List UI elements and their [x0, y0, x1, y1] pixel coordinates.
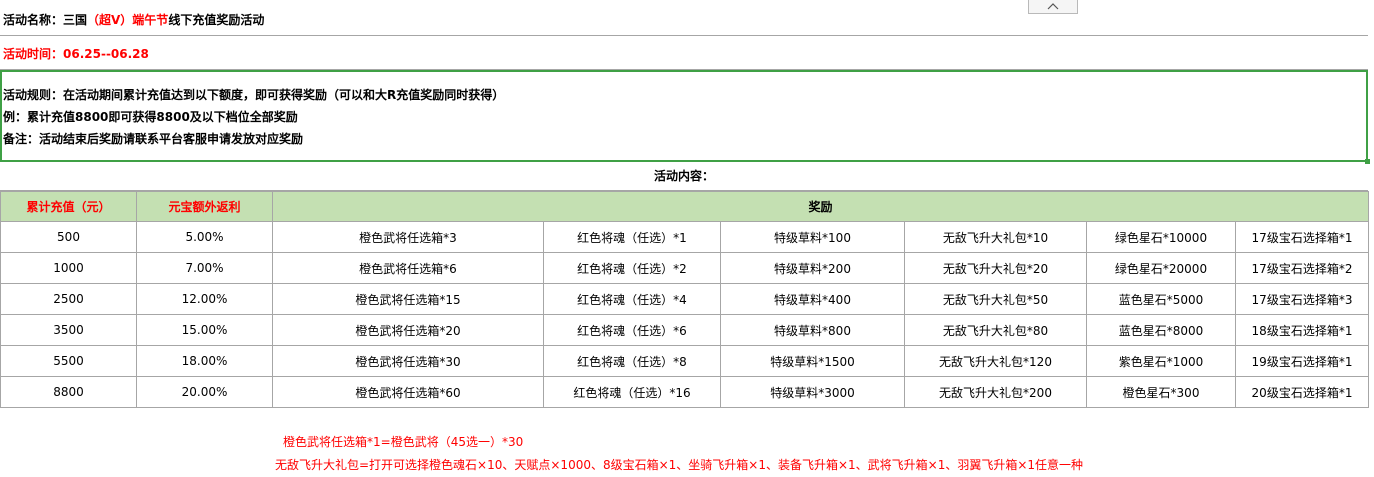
cell-premium-fodder[interactable]: 特级草料*100 [720, 221, 905, 253]
cell-recharge-amount[interactable]: 1000 [0, 252, 137, 284]
cell-premium-fodder[interactable]: 特级草料*200 [720, 252, 905, 284]
cell-gem-box[interactable]: 17级宝石选择箱*2 [1235, 252, 1369, 284]
cell-rebate-percent[interactable]: 7.00% [136, 252, 273, 284]
activity-name: 活动名称：三国（超V）端午节线下充值奖励活动 [3, 13, 265, 27]
cell-gem-box[interactable]: 18级宝石选择箱*1 [1235, 314, 1369, 346]
cell-red-soul[interactable]: 红色将魂（任选）*4 [543, 283, 721, 315]
cell-gem-box[interactable]: 19级宝石选择箱*1 [1235, 345, 1369, 377]
table-row: 5500 18.00% 橙色武将任选箱*30 红色将魂（任选）*8 特级草料*1500 无… [0, 345, 1369, 377]
cell-gem-box[interactable]: 20级宝石选择箱*1 [1235, 376, 1369, 408]
cell-star-stone[interactable]: 蓝色星石*8000 [1086, 314, 1236, 346]
cell-ascension-pack[interactable]: 无敌飞升大礼包*80 [904, 314, 1087, 346]
cell-red-soul[interactable]: 红色将魂（任选）*8 [543, 345, 721, 377]
cell-orange-general-box[interactable]: 橙色武将任选箱*20 [272, 314, 544, 346]
cell-rebate-percent[interactable]: 5.00% [136, 221, 273, 253]
remark-text: 备注：活动结束后奖励请联系平台客服申请发放对应奖励 [3, 132, 304, 146]
cell-star-stone[interactable]: 蓝色星石*5000 [1086, 283, 1236, 315]
table-row: 8800 20.00% 橙色武将任选箱*60 红色将魂（任选）*16 特级草料*3000… [0, 376, 1369, 408]
cell-red-soul[interactable]: 红色将魂（任选）*16 [543, 376, 721, 408]
header-bonus-rebate[interactable]: 元宝额外返利 [136, 191, 273, 222]
cell-orange-general-box[interactable]: 橙色武将任选箱*15 [272, 283, 544, 315]
chevron-up-icon [1047, 3, 1059, 10]
cell-red-soul[interactable]: 红色将魂（任选）*1 [543, 221, 721, 253]
content-title: 活动内容： [0, 162, 1368, 191]
table-row: 3500 15.00% 橙色武将任选箱*20 红色将魂（任选）*6 特级草料*800 无敌… [0, 314, 1369, 346]
cell-rebate-percent[interactable]: 20.00% [136, 376, 273, 408]
cell-recharge-amount[interactable]: 2500 [0, 283, 137, 315]
cell-rebate-percent[interactable]: 12.00% [136, 283, 273, 315]
note-ascension-gift-pack: 无敌飞升大礼包=打开可选择橙色魂石×10、天赋点×1000、8级宝石箱×1、坐骑… [275, 458, 1084, 472]
cell-recharge-amount[interactable]: 500 [0, 221, 137, 253]
cell-ascension-pack[interactable]: 无敌飞升大礼包*120 [904, 345, 1087, 377]
activity-time: 活动时间：06.25--06.28 [3, 47, 149, 61]
cell-ascension-pack[interactable]: 无敌飞升大礼包*200 [904, 376, 1087, 408]
rewards-table: 累计充值（元） 元宝额外返利 奖励 500 5.00% 橙色武将任选箱*3 红色将魂（… [0, 191, 1369, 408]
example-text: 例：累计充值8800即可获得8800及以下档位全部奖励 [3, 110, 298, 124]
rules-text: 活动规则：在活动期间累计充值达到以下额度，即可获得奖励（可以和大R充值奖励同时获… [3, 88, 505, 102]
cell-premium-fodder[interactable]: 特级草料*400 [720, 283, 905, 315]
collapse-button[interactable] [1028, 0, 1078, 14]
cell-gem-box[interactable]: 17级宝石选择箱*1 [1235, 221, 1369, 253]
cell-ascension-pack[interactable]: 无敌飞升大礼包*20 [904, 252, 1087, 284]
cell-rebate-percent[interactable]: 18.00% [136, 345, 273, 377]
table-header-row: 累计充值（元） 元宝额外返利 奖励 [0, 191, 1369, 222]
table-row: 2500 12.00% 橙色武将任选箱*15 红色将魂（任选）*4 特级草料*400 无敌… [0, 283, 1369, 315]
header-cumulative-recharge[interactable]: 累计充值（元） [0, 191, 137, 222]
cell-premium-fodder[interactable]: 特级草料*800 [720, 314, 905, 346]
cell-recharge-amount[interactable]: 5500 [0, 345, 137, 377]
cell-gem-box[interactable]: 17级宝石选择箱*3 [1235, 283, 1369, 315]
header-rewards[interactable]: 奖励 [272, 191, 1369, 222]
cell-recharge-amount[interactable]: 3500 [0, 314, 137, 346]
cell-orange-general-box[interactable]: 橙色武将任选箱*60 [272, 376, 544, 408]
note-orange-general-box: 橙色武将任选箱*1=橙色武将（45选一）*30 [283, 435, 524, 449]
cell-orange-general-box[interactable]: 橙色武将任选箱*6 [272, 252, 544, 284]
cell-premium-fodder[interactable]: 特级草料*3000 [720, 376, 905, 408]
cell-star-stone[interactable]: 绿色星石*10000 [1086, 221, 1236, 253]
time-row [0, 36, 1368, 70]
table-row: 1000 7.00% 橙色武将任选箱*6 红色将魂（任选）*2 特级草料*200 无敌飞升… [0, 252, 1369, 284]
cell-ascension-pack[interactable]: 无敌飞升大礼包*50 [904, 283, 1087, 315]
cell-orange-general-box[interactable]: 橙色武将任选箱*3 [272, 221, 544, 253]
cell-premium-fodder[interactable]: 特级草料*1500 [720, 345, 905, 377]
cell-star-stone[interactable]: 紫色星石*1000 [1086, 345, 1236, 377]
cell-star-stone[interactable]: 橙色星石*300 [1086, 376, 1236, 408]
cell-recharge-amount[interactable]: 8800 [0, 376, 137, 408]
cell-star-stone[interactable]: 绿色星石*20000 [1086, 252, 1236, 284]
cell-ascension-pack[interactable]: 无敌飞升大礼包*10 [904, 221, 1087, 253]
cell-rebate-percent[interactable]: 15.00% [136, 314, 273, 346]
table-row: 500 5.00% 橙色武将任选箱*3 红色将魂（任选）*1 特级草料*100 无敌飞升大… [0, 221, 1369, 253]
cell-red-soul[interactable]: 红色将魂（任选）*6 [543, 314, 721, 346]
cell-orange-general-box[interactable]: 橙色武将任选箱*30 [272, 345, 544, 377]
cell-red-soul[interactable]: 红色将魂（任选）*2 [543, 252, 721, 284]
